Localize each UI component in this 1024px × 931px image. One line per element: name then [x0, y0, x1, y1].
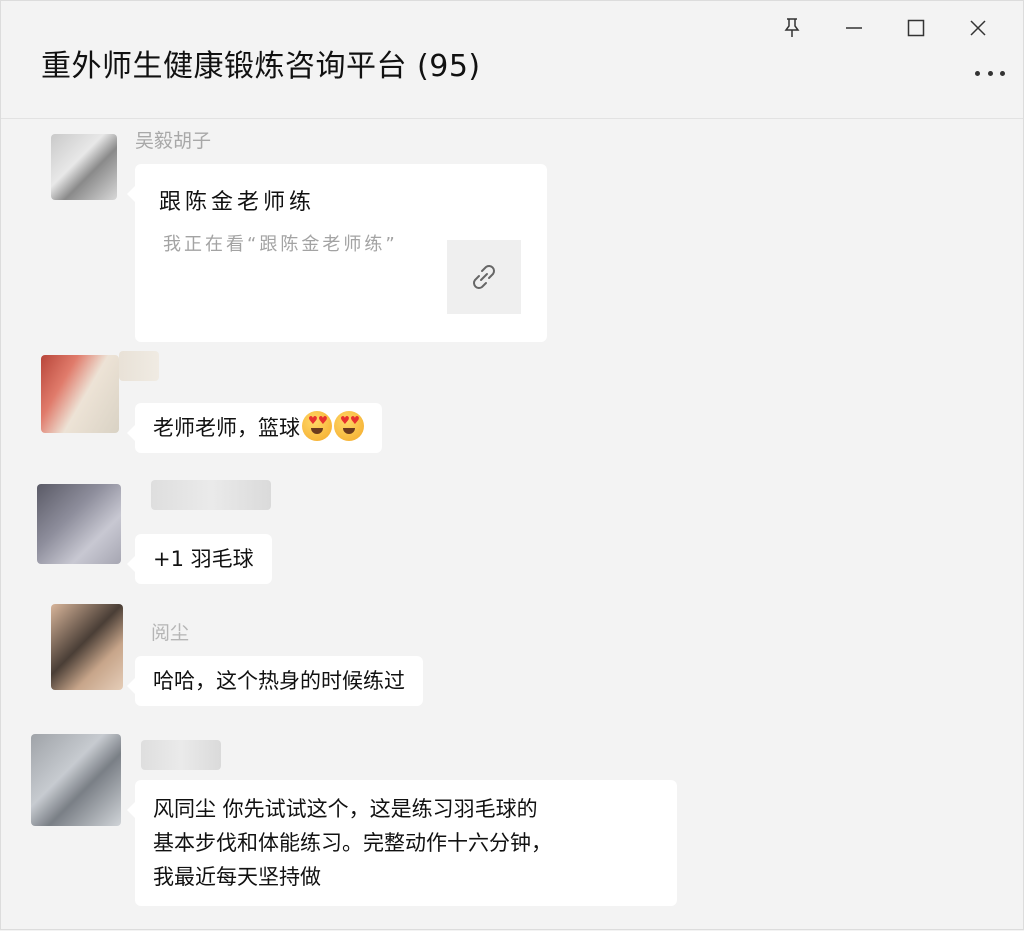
- message-text: +1 羽毛球: [153, 547, 254, 571]
- message-text: 老师老师，篮球: [153, 416, 300, 440]
- heart-eyes-emoji: [334, 411, 364, 441]
- chat-header: 重外师生健康锻炼咨询平台 (95): [1, 1, 1023, 119]
- message-bubble[interactable]: +1 羽毛球: [127, 534, 272, 584]
- message-bubble[interactable]: 老师老师，篮球: [127, 403, 382, 453]
- sender-name: 吴毅胡子: [135, 130, 212, 152]
- card-title: 跟陈金老师练: [159, 190, 316, 215]
- close-icon[interactable]: [947, 13, 1009, 43]
- sender-name-blurred: [141, 740, 221, 770]
- chat-window: 重外师生健康锻炼咨询平台 (95) 吴毅胡子 跟陈金老师练 我正在看“跟陈金老师…: [0, 0, 1024, 930]
- message-text-line: 基本步伐和体能练习。完整动作十六分钟，: [153, 831, 552, 855]
- minimize-icon[interactable]: [823, 13, 885, 43]
- message-text: 哈哈，这个热身的时候练过: [153, 669, 405, 693]
- message-bubble[interactable]: 风同尘 你先试试这个，这是练习羽毛球的 基本步伐和体能练习。完整动作十六分钟， …: [127, 780, 677, 906]
- maximize-icon[interactable]: [885, 13, 947, 43]
- chat-title: 重外师生健康锻炼咨询平台 (95): [41, 49, 481, 84]
- more-dots-icon[interactable]: [975, 61, 1005, 85]
- window-controls: [761, 13, 1009, 43]
- link-icon[interactable]: [447, 240, 521, 314]
- sender-name-blurred: [119, 351, 159, 381]
- card-description: 我正在看“跟陈金老师练”: [163, 234, 398, 255]
- avatar[interactable]: [51, 134, 117, 200]
- message-bubble[interactable]: 哈哈，这个热身的时候练过: [127, 656, 423, 706]
- sender-name: 阅尘: [151, 622, 190, 644]
- message-text-line: 我最近每天坚持做: [153, 865, 321, 889]
- pin-icon[interactable]: [761, 13, 823, 43]
- avatar[interactable]: [31, 734, 121, 826]
- link-card[interactable]: 跟陈金老师练 我正在看“跟陈金老师练”: [127, 164, 547, 342]
- message-list[interactable]: 吴毅胡子 跟陈金老师练 我正在看“跟陈金老师练” 老师老师，篮球♥ ♥♥ ♥ +…: [1, 120, 1023, 931]
- avatar[interactable]: [51, 604, 123, 690]
- message-text-line: 风同尘 你先试试这个，这是练习羽毛球的: [153, 797, 538, 821]
- heart-eyes-emoji: [302, 411, 332, 441]
- sender-name-blurred: [151, 480, 271, 510]
- avatar[interactable]: [37, 484, 121, 564]
- avatar[interactable]: [41, 355, 119, 433]
